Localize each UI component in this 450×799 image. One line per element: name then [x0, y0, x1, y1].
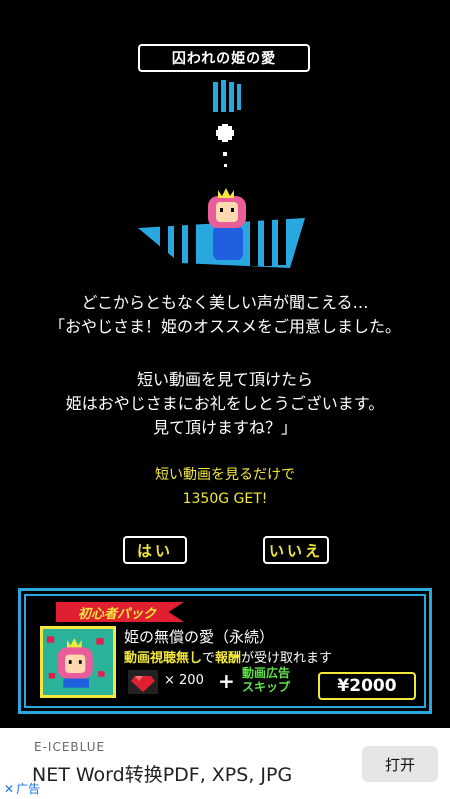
ad-banner[interactable]: E-ICEBLUE NET Word转换PDF, XPS, JPG 打开 ✕ 广告	[0, 728, 450, 799]
pack-ribbon: 初心者パック	[56, 602, 185, 622]
dialog-line: どこからともなく美しい声が聞こえる…	[81, 293, 369, 312]
dialog-line: 姫はおやじさまにお礼をしとうございます。	[65, 394, 385, 413]
pack-name: 姫の無償の愛（永続）	[124, 628, 275, 646]
ad-headline[interactable]: NET Word转换PDF, XPS, JPG	[32, 760, 292, 787]
ad-skip-line-2: スキップ	[241, 680, 290, 694]
dialog-text: どこからともなく美しい声が聞こえる… 「おやじさま！姫のオススメをご用意しました…	[0, 291, 450, 440]
ad-skip-line-1: 動画広告	[241, 666, 290, 680]
page-title: 囚われの姫の愛	[138, 44, 310, 72]
sparkle-icon	[216, 124, 234, 167]
dialog-line	[0, 339, 450, 363]
reward-line-2: 1350G GET!	[182, 491, 268, 507]
no-button[interactable]: いいえ	[263, 536, 329, 564]
plus-sign: +	[218, 669, 235, 693]
pack-description: 動画視聴無しで報酬が受け取れます	[124, 647, 332, 666]
pack-desc-highlight: 報酬	[215, 651, 242, 666]
pack-desc-text: が受け取れます	[241, 651, 333, 666]
red-gem-icon	[128, 670, 158, 694]
yes-button[interactable]: はい	[123, 536, 187, 564]
princess-portrait-image	[46, 636, 105, 688]
reward-line-1: 短い動画を見るだけで	[155, 467, 295, 483]
ad-skip-label: 動画広告 スキップ	[234, 666, 298, 694]
close-icon[interactable]: ✕	[4, 782, 14, 796]
reward-text: 短い動画を見るだけで 1350G GET!	[0, 463, 450, 511]
price-button[interactable]: ¥2000	[318, 672, 416, 700]
dialog-line: 見て頂けますね？」	[152, 418, 297, 437]
dialog-line: 「おやじさま！姫のオススメをご用意しました。	[48, 317, 401, 336]
ad-label[interactable]: ✕ 广告	[4, 780, 40, 797]
ad-brand: E-ICEBLUE	[34, 740, 106, 754]
princess-portrait-icon	[40, 626, 116, 698]
dialog-line: 短い動画を見て頂けたら	[136, 370, 313, 389]
gem-count: × 200	[164, 673, 204, 688]
cage-icon	[213, 80, 241, 112]
princess-icon	[208, 188, 246, 260]
pack-desc-text: で	[202, 651, 216, 666]
ad-open-button[interactable]: 打开	[362, 746, 438, 782]
ad-mark-text: 广告	[16, 782, 41, 796]
pack-desc-highlight: 動画視聴無し	[124, 651, 203, 666]
princess-altar-scene	[138, 80, 305, 268]
